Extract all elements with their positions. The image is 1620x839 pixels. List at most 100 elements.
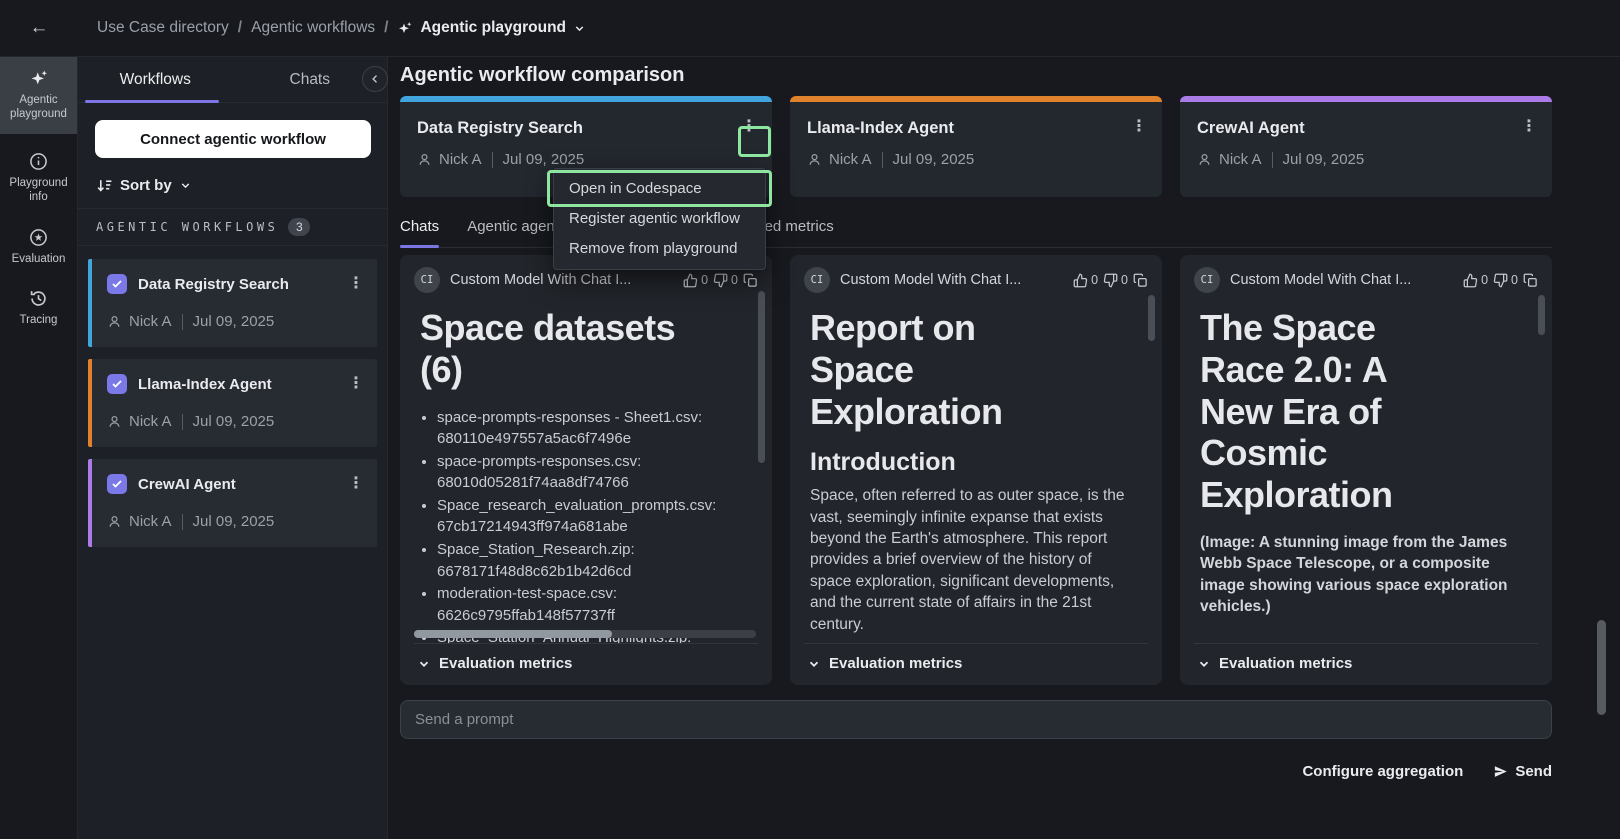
evaluation-metrics-label: Evaluation metrics <box>829 655 962 672</box>
workflow-checkbox[interactable] <box>107 474 127 494</box>
top-bar: ← Use Case directory / Agentic workflows… <box>0 0 1620 57</box>
kebab-menu-icon[interactable]: ⋮ <box>347 276 365 292</box>
section-title: AGENTIC WORKFLOWS <box>96 220 278 234</box>
workflow-card-title: Llama-Index Agent <box>807 119 1130 138</box>
menu-item-remove-from-playground[interactable]: Remove from playground <box>554 234 765 264</box>
connect-agentic-workflow-button[interactable]: Connect agentic workflow <box>95 120 371 158</box>
sparkles-icon <box>397 20 413 36</box>
collapse-panel-button[interactable] <box>362 66 388 92</box>
response-actions: 0 0 <box>1463 273 1538 288</box>
kebab-menu-icon[interactable]: ⋮ <box>1520 119 1538 135</box>
breadcrumb-use-case-directory[interactable]: Use Case directory <box>97 19 229 37</box>
tab-chats-main[interactable]: Chats <box>400 210 439 247</box>
divider <box>1272 152 1273 168</box>
tab-workflows[interactable]: Workflows <box>78 57 233 102</box>
send-button[interactable]: Send <box>1493 763 1552 780</box>
thumbs-up-button[interactable]: 0 <box>1073 273 1098 288</box>
kebab-menu-icon[interactable]: ⋮ <box>347 476 365 492</box>
kebab-menu-icon[interactable]: ⋮ <box>1130 119 1148 135</box>
workflow-date: Jul 09, 2025 <box>193 513 275 530</box>
divider <box>492 152 493 168</box>
dataset-name: Space_research_evaluation_prompts.csv: <box>437 495 742 517</box>
dataset-hash: 680110e497557a5ac6f7496e <box>437 430 631 447</box>
rail-item-evaluation[interactable]: Evaluation <box>0 217 77 278</box>
workflow-checkbox[interactable] <box>107 374 127 394</box>
active-tab-underline <box>400 245 439 248</box>
person-icon <box>107 314 122 329</box>
workflow-checkbox[interactable] <box>107 274 127 294</box>
response-subheading: Introduction <box>810 448 1132 477</box>
thumbs-up-icon <box>1463 273 1478 288</box>
rail-item-agentic-playground[interactable]: Agentic playground <box>0 57 77 134</box>
thumbs-down-button[interactable]: 0 <box>1493 273 1518 288</box>
dataset-list: space-prompts-responses - Sheet1.csv:680… <box>420 407 742 644</box>
divider <box>882 152 883 168</box>
workflow-card-owner: Nick A <box>439 151 482 168</box>
copy-button[interactable] <box>1523 273 1538 288</box>
vertical-scrollbar-thumb[interactable] <box>1538 295 1545 335</box>
workflow-card-llama-index-agent: Llama-Index Agent ⋮ Nick A Jul 09, 2025 <box>790 96 1162 197</box>
star-circle-icon <box>29 228 48 247</box>
horizontal-scrollbar-thumb[interactable] <box>414 630 612 638</box>
workflow-list-item[interactable]: CrewAI Agent ⋮ Nick A Jul 09, 2025 <box>88 459 377 547</box>
evaluation-metrics-toggle[interactable]: Evaluation metrics <box>414 643 758 685</box>
vertical-scrollbar-thumb[interactable] <box>758 291 765 463</box>
response-paragraph: (Image: A stunning image from the James … <box>1200 532 1522 618</box>
kebab-menu-icon[interactable]: ⋮ <box>347 376 365 392</box>
kebab-menu-icon[interactable]: ⋮ <box>740 119 758 135</box>
page-scrollbar-thumb[interactable] <box>1597 620 1606 715</box>
thumbs-down-icon <box>713 273 728 288</box>
breadcrumb-agentic-workflows[interactable]: Agentic workflows <box>251 19 375 37</box>
copy-button[interactable] <box>743 273 758 288</box>
rail-item-playground-info[interactable]: Playground info <box>0 141 77 217</box>
info-icon <box>29 152 48 171</box>
copy-button[interactable] <box>1133 273 1148 288</box>
prompt-row <box>400 700 1552 739</box>
response-heading: The Space Race 2.0: A New Era of Cosmic … <box>1200 307 1522 516</box>
prompt-input[interactable] <box>400 700 1552 739</box>
copy-icon <box>1133 273 1148 288</box>
workflow-context-menu: Open in Codespace Register agentic workf… <box>553 168 766 270</box>
model-avatar: CI <box>804 267 830 293</box>
divider <box>182 514 183 530</box>
thumbs-up-button[interactable]: 0 <box>1463 273 1488 288</box>
check-icon <box>111 278 123 290</box>
evaluation-metrics-label: Evaluation metrics <box>439 655 572 672</box>
dataset-hash: 6626c9795ffab148f57737ff <box>437 607 615 624</box>
menu-item-register-agentic-workflow[interactable]: Register agentic workflow <box>554 204 765 234</box>
tab-agentic-agents[interactable]: Agentic agents <box>467 210 566 247</box>
workflow-list-item[interactable]: Llama-Index Agent ⋮ Nick A Jul 09, 2025 <box>88 359 377 447</box>
back-button[interactable]: ← <box>0 17 78 39</box>
dataset-hash: 6678171f48d8c62b1b42d6cd <box>437 563 631 580</box>
thumbs-down-button[interactable]: 0 <box>1103 273 1128 288</box>
thumbs-up-button[interactable]: 0 <box>683 273 708 288</box>
response-actions: 0 0 <box>683 273 758 288</box>
workflow-card-meta: Nick A Jul 09, 2025 <box>417 151 758 168</box>
model-avatar: CI <box>414 267 440 293</box>
horizontal-scrollbar[interactable] <box>414 630 756 638</box>
vertical-scrollbar-thumb[interactable] <box>1148 295 1155 341</box>
chevron-down-icon <box>573 22 586 35</box>
divider <box>182 314 183 330</box>
list-item: space-prompts-responses.csv:68010d05281f… <box>437 451 742 494</box>
workflow-list-item[interactable]: Data Registry Search ⋮ Nick A Jul 09, 20… <box>88 259 377 347</box>
configure-aggregation-button[interactable]: Configure aggregation <box>1302 763 1463 780</box>
model-name: Custom Model With Chat I... <box>840 272 1063 288</box>
breadcrumb-current[interactable]: Agentic playground <box>397 19 586 37</box>
icon-rail: Agentic playground Playground info Evalu… <box>0 57 78 839</box>
workflow-name: Data Registry Search <box>138 276 336 293</box>
workflow-card-title: Data Registry Search <box>417 119 740 138</box>
evaluation-metrics-toggle[interactable]: Evaluation metrics <box>1194 643 1538 685</box>
sort-by-control[interactable]: Sort by <box>96 177 192 194</box>
panel-tabs: Workflows Chats <box>78 57 387 103</box>
back-arrow-icon: ← <box>30 17 49 38</box>
workflow-owner: Nick A <box>129 513 172 530</box>
menu-item-open-in-codespace[interactable]: Open in Codespace <box>554 174 765 204</box>
chevron-down-icon <box>179 179 192 192</box>
rail-item-tracing[interactable]: Tracing <box>0 278 77 339</box>
workflow-owner: Nick A <box>129 413 172 430</box>
tab-label: Agentic agents <box>467 218 566 235</box>
evaluation-metrics-toggle[interactable]: Evaluation metrics <box>804 643 1148 685</box>
thumbs-down-button[interactable]: 0 <box>713 273 738 288</box>
response-content: The Space Race 2.0: A New Era of Cosmic … <box>1180 301 1552 643</box>
